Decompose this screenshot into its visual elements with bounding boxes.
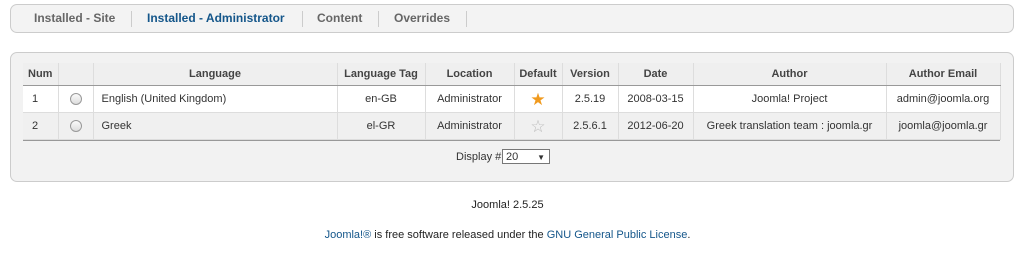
languages-panel: Num Language Language Tag Location Defau… [10,52,1014,182]
tab-installed-site[interactable]: Installed - Site [34,5,115,32]
column-header-author[interactable]: Author [693,63,887,86]
language-author: Greek translation team : joomla.gr [693,112,887,140]
column-header-num[interactable]: Num [23,63,59,86]
row-select-cell [58,112,94,140]
language-version: 2.5.6.1 [562,112,619,140]
gpl-license-link[interactable]: GNU General Public License [547,229,688,241]
language-name: English (United Kingdom) [93,85,338,113]
table-row: 2 Greek el-GR Administrator ☆ 2.5.6.1 20… [23,112,1001,140]
display-limit-select[interactable]: 20 ▼ [502,149,550,164]
language-tag: en-GB [337,85,426,113]
author-email: admin@joomla.org [886,85,1001,113]
tab-content[interactable]: Content [317,5,362,32]
language-name: Greek [93,112,338,140]
language-date: 2012-06-20 [618,112,694,140]
display-limit-label: Display # [456,151,502,163]
default-star-icon[interactable]: ★ [530,90,545,109]
language-version: 2.5.19 [562,85,619,113]
row-select-cell [58,85,94,113]
row-select-radio[interactable] [69,120,82,133]
column-header-date[interactable]: Date [618,63,694,86]
column-header-location[interactable]: Location [425,63,515,86]
joomla-link[interactable]: Joomla!® [325,229,372,241]
language-author: Joomla! Project [693,85,887,113]
license-end: . [687,229,691,241]
language-location: Administrator [425,112,515,140]
table-header-row: Num Language Language Tag Location Defau… [23,63,1001,86]
column-header-language-tag[interactable]: Language Tag [337,63,426,86]
column-header-author-email[interactable]: Author Email [886,63,1001,86]
languages-table: Num Language Language Tag Location Defau… [23,63,1001,140]
language-date: 2008-03-15 [618,85,694,113]
table-row: 1 English (United Kingdom) en-GB Adminis… [23,85,1001,113]
column-header-version[interactable]: Version [562,63,619,86]
column-header-select [58,63,94,86]
tab-overrides[interactable]: Overrides [394,5,450,32]
license-notice: Joomla!® is free software released under… [0,229,1015,241]
row-num: 2 [23,112,59,140]
submenu-tabs: Installed - Site Installed - Administrat… [10,4,1014,33]
dropdown-arrow-icon: ▼ [537,153,545,162]
tab-divider [131,11,132,27]
tab-divider [466,11,467,27]
display-limit-value: 20 [506,151,519,163]
column-header-language[interactable]: Language [93,63,338,86]
row-num: 1 [23,85,59,113]
tab-divider [378,11,379,27]
license-text: is free software released under the [371,229,547,241]
language-tag: el-GR [337,112,426,140]
author-email: joomla@joomla.gr [886,112,1001,140]
list-footer: Display # 20 ▼ [23,140,1000,175]
language-location: Administrator [425,85,515,113]
joomla-version: Joomla! 2.5.25 [471,199,544,211]
row-select-radio[interactable] [69,93,82,106]
default-cell: ★ [514,85,563,113]
column-header-default[interactable]: Default [514,63,563,86]
make-default-star-icon[interactable]: ☆ [530,117,545,136]
tab-installed-administrator[interactable]: Installed - Administrator [147,5,285,32]
default-cell: ☆ [514,112,563,140]
tab-divider [302,11,303,27]
